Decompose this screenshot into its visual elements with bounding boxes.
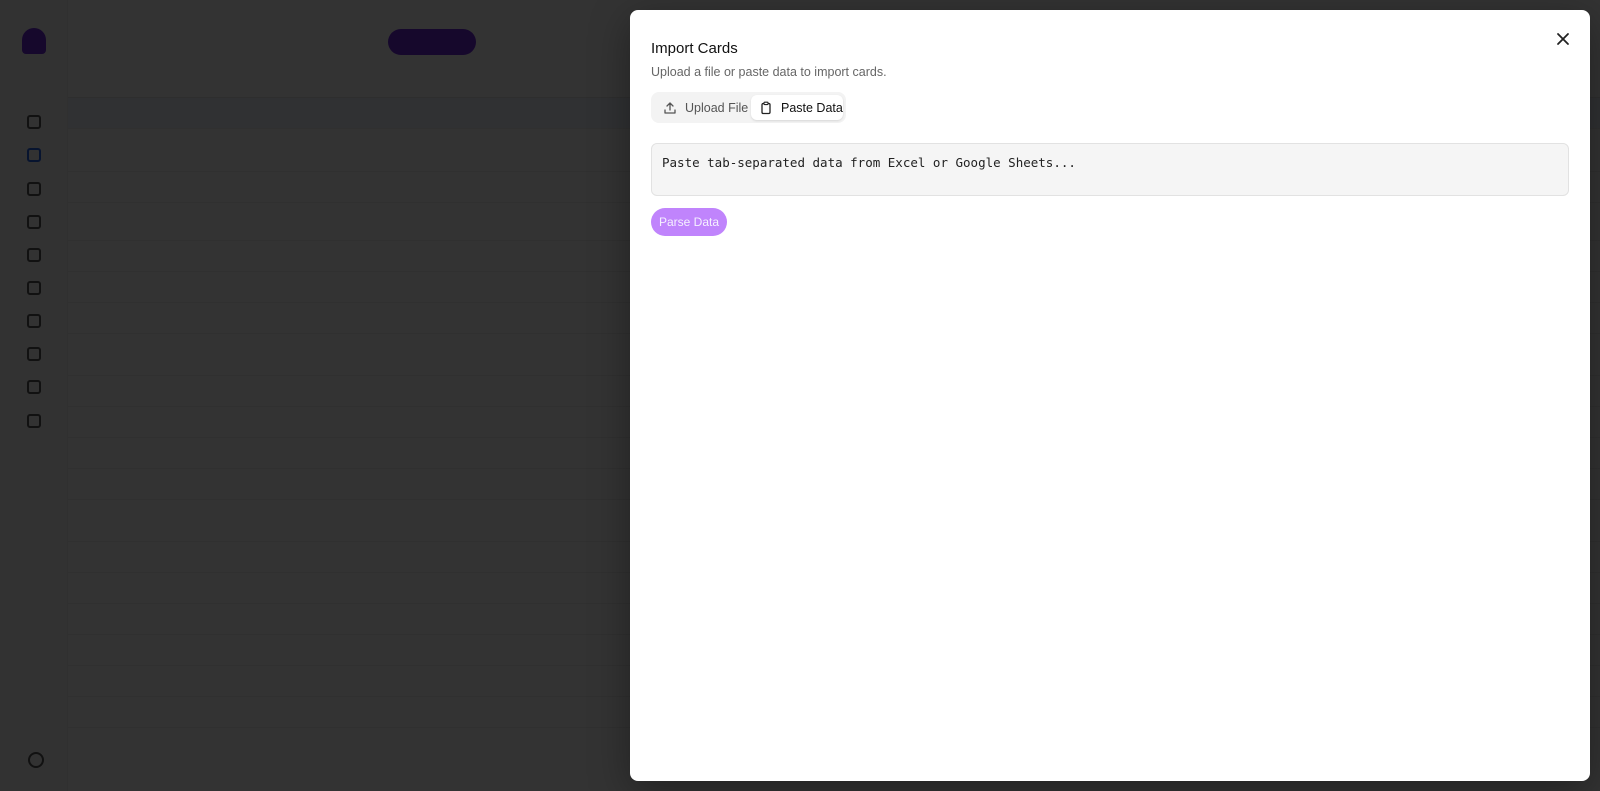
x-icon <box>1557 33 1569 45</box>
paste-data-textarea[interactable] <box>651 143 1569 196</box>
close-button[interactable] <box>1552 28 1574 50</box>
tab-paste-data[interactable]: Paste Data <box>751 95 843 120</box>
tab-paste-data-label: Paste Data <box>781 100 843 115</box>
import-cards-dialog: Import Cards Upload a file or paste data… <box>630 10 1590 781</box>
tab-upload-file-label: Upload File <box>685 100 749 115</box>
dialog-description: Upload a file or paste data to import ca… <box>651 65 887 79</box>
dialog-title: Import Cards <box>651 40 738 57</box>
parse-data-button[interactable]: Parse Data <box>651 208 727 236</box>
import-mode-tabs: Upload File Paste Data <box>651 92 846 123</box>
tab-upload-file[interactable]: Upload File <box>655 95 749 120</box>
upload-icon <box>663 101 677 115</box>
clipboard-icon <box>759 101 773 115</box>
